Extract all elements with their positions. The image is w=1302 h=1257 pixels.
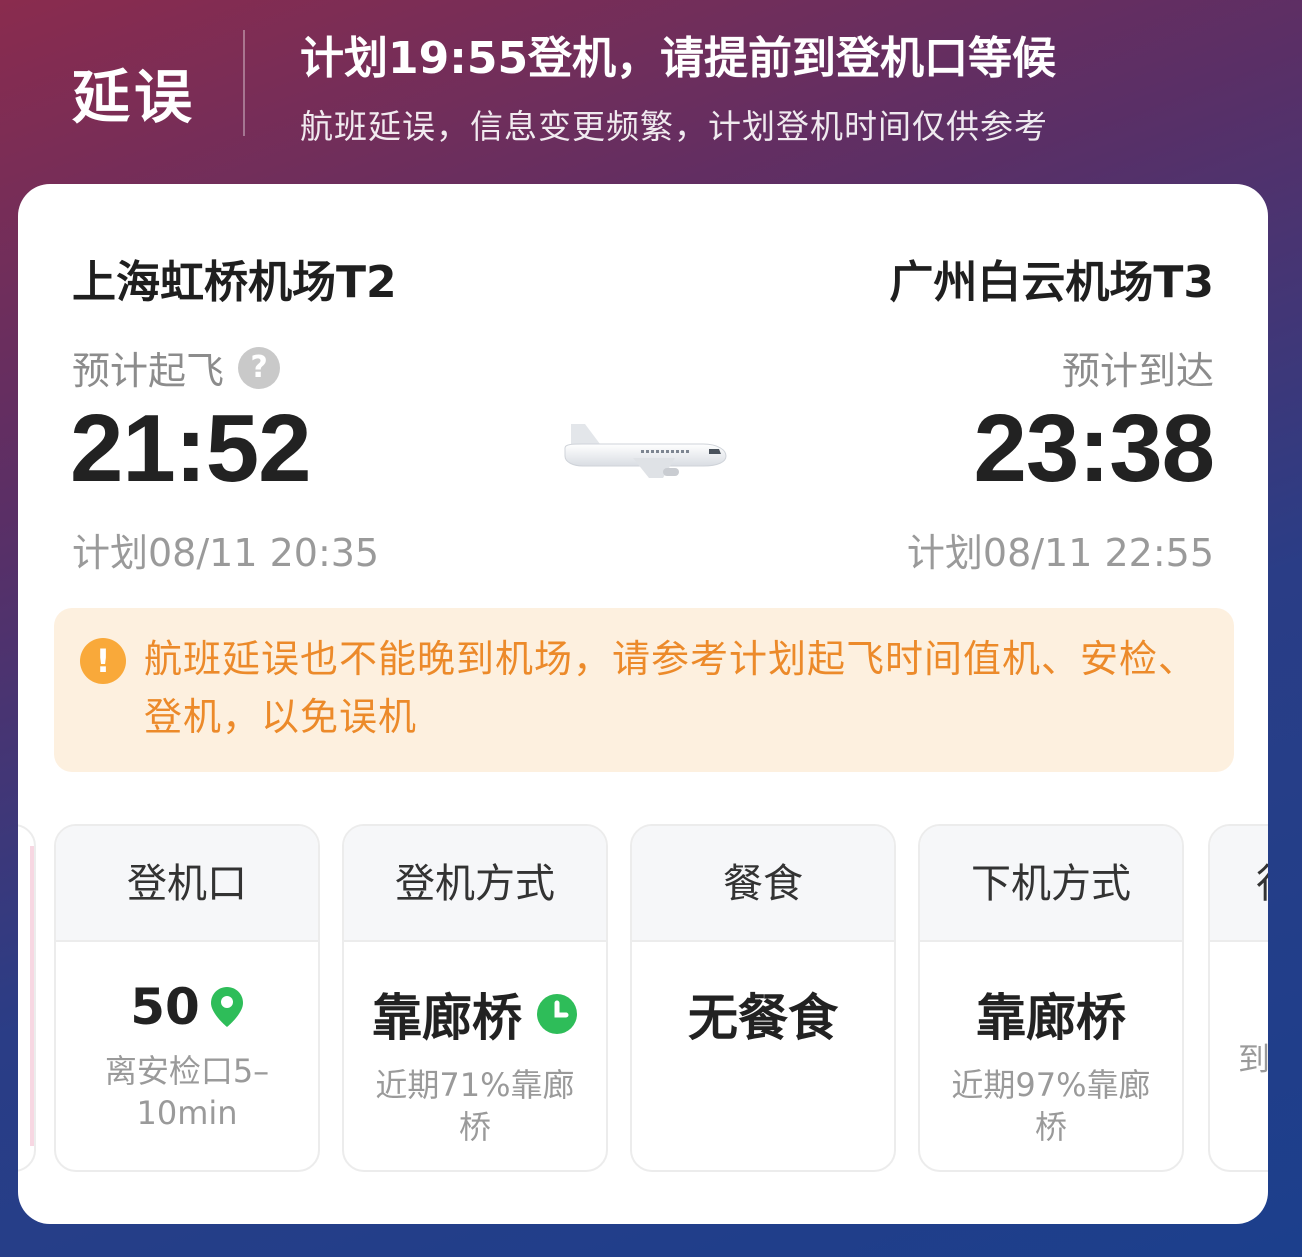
flight-info-tiles[interactable]: 登机口 50 离安检口5–10min 登机方式 靠廊桥 近期71%靠廊桥 餐食 … xyxy=(18,824,1268,1174)
gate-number: 50 xyxy=(130,978,200,1036)
deplaning-method-stat: 近期97%靠廊桥 xyxy=(951,1066,1151,1146)
flight-status: 延误 xyxy=(72,63,197,131)
tile-sub-partial: 到 xyxy=(1238,1040,1268,1078)
tile-meal[interactable]: 餐食 无餐食 xyxy=(630,824,896,1172)
boarding-notice-title: 计划19:55登机，请提前到登机口等候 xyxy=(300,33,1057,84)
tile-edge-accent xyxy=(30,846,34,1146)
gate-distance: 离安检口5–10min xyxy=(104,1052,270,1132)
location-pin-icon xyxy=(210,987,243,1027)
arrival-planned-time: 计划08/11 22:55 xyxy=(906,531,1214,575)
boarding-notice-subtitle: 航班延误，信息变更频繁，计划登机时间仅供参考 xyxy=(300,107,1048,146)
tile-boarding-method[interactable]: 登机方式 靠廊桥 近期71%靠廊桥 xyxy=(342,824,608,1172)
gate-value-row: 50 xyxy=(56,978,318,1036)
flight-card: 上海虹桥机场T2 广州白云机场T3 预计起飞 ? 预计到达 21:52 23:3… xyxy=(18,184,1268,1224)
tile-partial-right[interactable]: 行 到 xyxy=(1208,824,1268,1172)
departure-label: 预计起飞 xyxy=(72,349,225,393)
clock-icon xyxy=(537,994,577,1034)
header-divider xyxy=(243,30,245,136)
departure-airport: 上海虹桥机场T2 xyxy=(72,257,397,308)
tile-header: 行 xyxy=(1210,826,1268,942)
question-circle-icon[interactable]: ? xyxy=(238,346,281,389)
boarding-method-value: 靠廊桥 xyxy=(372,989,522,1047)
airplane-icon xyxy=(564,424,727,478)
warning-icon: ! xyxy=(80,638,126,684)
tile-header: 登机口 xyxy=(56,826,318,942)
boarding-method-stat: 近期71%靠廊桥 xyxy=(375,1066,575,1146)
tile-deplaning-method[interactable]: 下机方式 靠廊桥 近期97%靠廊桥 xyxy=(918,824,1184,1172)
tile-header: 餐食 xyxy=(632,826,894,942)
deplaning-method-value: 靠廊桥 xyxy=(976,989,1126,1047)
tile-header: 下机方式 xyxy=(920,826,1182,942)
tile-boarding-gate[interactable]: 登机口 50 离安检口5–10min xyxy=(54,824,320,1172)
status-header: 延误 计划19:55登机，请提前到登机口等候 航班延误，信息变更频繁，计划登机时… xyxy=(0,0,1302,185)
departure-label-row: 预计起飞 ? xyxy=(72,340,281,395)
departure-planned-time: 计划08/11 20:35 xyxy=(72,531,380,575)
meal-value: 无餐食 xyxy=(688,989,838,1047)
arrival-airport: 广州白云机场T3 xyxy=(889,257,1214,308)
arrival-time: 23:38 xyxy=(973,395,1215,502)
boarding-method-row: 靠廊桥 xyxy=(344,978,606,1050)
departure-time: 21:52 xyxy=(70,395,312,502)
delay-warning-banner: ! 航班延误也不能晚到机场，请参考计划起飞时间值机、安检、登机，以免误机 xyxy=(54,608,1234,772)
partial-tile-left[interactable] xyxy=(18,824,36,1172)
arrival-label: 预计到达 xyxy=(1061,349,1214,393)
warning-text: 航班延误也不能晚到机场，请参考计划起飞时间值机、安检、登机，以免误机 xyxy=(144,637,1198,739)
tile-header: 登机方式 xyxy=(344,826,606,942)
